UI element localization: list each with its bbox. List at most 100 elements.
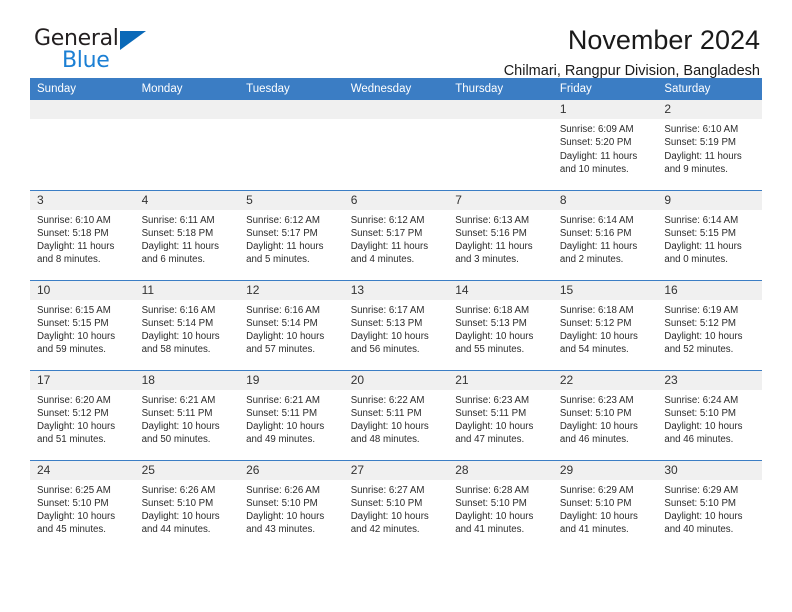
day-number: [134, 100, 240, 119]
sunset-time: Sunset: 5:19 PM: [664, 137, 736, 149]
daylight-duration-line2: and 41 minutes.: [455, 524, 525, 536]
daylight-duration-line2: and 6 minutes.: [141, 254, 206, 266]
sunset-time: Sunset: 5:18 PM: [141, 227, 214, 239]
calendar-day-cell[interactable]: 4 Sunrise: 6:11 AM Sunset: 5:18 PM Daylight…: [134, 189, 240, 280]
sunset-time: Sunset: 5:10 PM: [37, 497, 109, 509]
sunrise-time: Sunrise: 6:14 AM: [559, 214, 634, 226]
calendar-day-cell[interactable]: 5 Sunrise: 6:12 AM Sunset: 5:17 PM Daylight…: [239, 189, 344, 280]
daylight-duration-line2: and 0 minutes.: [664, 254, 728, 266]
daylight-duration-line1: Daylight: 10 hours: [559, 421, 638, 433]
daylight-duration-line1: Daylight: 10 hours: [246, 511, 325, 523]
calendar-day-cell[interactable]: 21 Sunrise: 6:23 AM Sunset: 5:11 PM Dayligh…: [448, 369, 553, 460]
general-blue-logo[interactable]: General Blue: [30, 26, 180, 82]
daylight-duration-line1: Daylight: 11 hours: [350, 241, 429, 253]
calendar-day-cell[interactable]: 13 Sunrise: 6:17 AM Sunset: 5:13 PM Dayligh…: [343, 279, 449, 370]
day-number: 30: [657, 460, 762, 480]
daylight-duration-line1: Daylight: 10 hours: [37, 511, 116, 523]
day-info: Sunrise: 6:21 AM Sunset: 5:11 PM Daylight:…: [135, 390, 240, 447]
day-info: Sunrise: 6:26 AM Sunset: 5:10 PM Daylight:…: [135, 480, 240, 537]
calendar-day-cell[interactable]: 1 Sunrise: 6:09 AM Sunset: 5:20 PM Daylight…: [552, 100, 658, 190]
day-info: Sunrise: 6:25 AM Sunset: 5:10 PM Daylight:…: [30, 480, 135, 537]
weekday-header-wednesday: Wednesday: [343, 78, 449, 100]
title-block: November 2024 Chilmari, Rangpur Division…: [504, 26, 762, 80]
daylight-duration-line1: Daylight: 10 hours: [141, 511, 220, 523]
calendar-day-cell[interactable]: 30 Sunrise: 6:29 AM Sunset: 5:10 PM Dayligh…: [657, 459, 762, 550]
day-info: Sunrise: 6:26 AM Sunset: 5:10 PM Daylight:…: [239, 480, 344, 537]
calendar-day-cell[interactable]: 10 Sunrise: 6:15 AM Sunset: 5:15 PM Dayligh…: [30, 279, 135, 370]
calendar-day-cell[interactable]: 23 Sunrise: 6:24 AM Sunset: 5:10 PM Dayligh…: [657, 369, 762, 460]
sunset-time: Sunset: 5:11 PM: [141, 407, 213, 419]
day-number: 20: [343, 370, 449, 390]
day-number: 8: [552, 190, 658, 210]
day-info: Sunrise: 6:29 AM Sunset: 5:10 PM Daylight:…: [553, 480, 658, 537]
sunset-time: Sunset: 5:10 PM: [455, 497, 527, 509]
daylight-duration-line2: and 58 minutes.: [141, 344, 211, 356]
daylight-duration-line1: Daylight: 11 hours: [246, 241, 324, 253]
sunrise-time: Sunrise: 6:29 AM: [664, 484, 739, 496]
day-number: [30, 100, 135, 119]
daylight-duration-line2: and 50 minutes.: [141, 434, 211, 446]
day-number: 10: [30, 280, 135, 300]
calendar-day-cell[interactable]: 19 Sunrise: 6:21 AM Sunset: 5:11 PM Dayligh…: [239, 369, 344, 460]
daylight-duration-line2: and 48 minutes.: [350, 434, 420, 446]
calendar-cell-empty: [239, 100, 344, 190]
calendar-day-cell[interactable]: 12 Sunrise: 6:16 AM Sunset: 5:14 PM Dayligh…: [239, 279, 344, 370]
calendar-day-cell[interactable]: 11 Sunrise: 6:16 AM Sunset: 5:14 PM Dayligh…: [134, 279, 240, 370]
daylight-duration-line1: Daylight: 11 hours: [664, 150, 742, 162]
calendar-week-row: 10 Sunrise: 6:15 AM Sunset: 5:15 PM Dayligh…: [30, 279, 762, 370]
calendar-day-cell[interactable]: 9 Sunrise: 6:14 AM Sunset: 5:15 PM Daylight…: [657, 189, 762, 280]
day-info: Sunrise: 6:22 AM Sunset: 5:11 PM Daylight:…: [344, 390, 449, 447]
day-info: Sunrise: 6:18 AM Sunset: 5:13 PM Daylight:…: [448, 300, 553, 357]
sunrise-time: Sunrise: 6:19 AM: [664, 304, 739, 316]
calendar-day-cell[interactable]: 25 Sunrise: 6:26 AM Sunset: 5:10 PM Dayligh…: [134, 459, 240, 550]
daylight-duration-line2: and 2 minutes.: [559, 254, 624, 266]
calendar-day-cell[interactable]: 14 Sunrise: 6:18 AM Sunset: 5:13 PM Dayligh…: [448, 279, 553, 370]
sunrise-time: Sunrise: 6:13 AM: [455, 214, 530, 226]
sunrise-time: Sunrise: 6:16 AM: [246, 304, 320, 316]
daylight-duration-line2: and 10 minutes.: [559, 163, 629, 175]
day-info: Sunrise: 6:12 AM Sunset: 5:17 PM Daylight:…: [239, 210, 344, 267]
sunrise-time: Sunrise: 6:18 AM: [559, 304, 634, 316]
calendar-cell-empty: [448, 100, 553, 190]
calendar-day-cell[interactable]: 17 Sunrise: 6:20 AM Sunset: 5:12 PM Dayligh…: [30, 369, 135, 460]
sunset-time: Sunset: 5:10 PM: [350, 497, 423, 509]
calendar-day-cell[interactable]: 15 Sunrise: 6:18 AM Sunset: 5:12 PM Dayligh…: [552, 279, 658, 370]
day-number: 5: [239, 190, 344, 210]
day-info: Sunrise: 6:16 AM Sunset: 5:14 PM Daylight:…: [135, 300, 240, 357]
calendar-day-cell[interactable]: 29 Sunrise: 6:29 AM Sunset: 5:10 PM Dayligh…: [552, 459, 658, 550]
day-info: Sunrise: 6:12 AM Sunset: 5:17 PM Daylight:…: [344, 210, 449, 267]
calendar-day-cell[interactable]: 24 Sunrise: 6:25 AM Sunset: 5:10 PM Dayligh…: [30, 459, 135, 550]
daylight-duration-line1: Daylight: 10 hours: [455, 511, 534, 523]
sunrise-time: Sunrise: 6:29 AM: [559, 484, 634, 496]
sunrise-time: Sunrise: 6:23 AM: [559, 394, 634, 406]
calendar-day-cell[interactable]: 2 Sunrise: 6:10 AM Sunset: 5:19 PM Daylight…: [657, 100, 762, 190]
sunset-time: Sunset: 5:17 PM: [246, 227, 318, 239]
day-info: Sunrise: 6:10 AM Sunset: 5:19 PM Daylight:…: [657, 119, 762, 176]
daylight-duration-line2: and 52 minutes.: [664, 344, 734, 356]
sunset-time: Sunset: 5:16 PM: [559, 227, 632, 239]
daylight-duration-line1: Daylight: 11 hours: [37, 241, 115, 253]
calendar-day-cell[interactable]: 22 Sunrise: 6:23 AM Sunset: 5:10 PM Dayligh…: [552, 369, 658, 460]
calendar-day-cell[interactable]: 26 Sunrise: 6:26 AM Sunset: 5:10 PM Dayligh…: [239, 459, 344, 550]
calendar-day-cell[interactable]: 7 Sunrise: 6:13 AM Sunset: 5:16 PM Daylight…: [448, 189, 553, 280]
calendar-day-cell[interactable]: 8 Sunrise: 6:14 AM Sunset: 5:16 PM Daylight…: [552, 189, 658, 280]
sunrise-time: Sunrise: 6:20 AM: [37, 394, 111, 406]
logo-triangle-icon: [120, 31, 146, 50]
daylight-duration-line1: Daylight: 10 hours: [141, 331, 220, 343]
daylight-duration-line1: Daylight: 10 hours: [37, 421, 116, 433]
calendar-day-cell[interactable]: 3 Sunrise: 6:10 AM Sunset: 5:18 PM Daylight…: [30, 189, 135, 280]
page-header: General Blue November 2024 Chilmari, Ran…: [30, 0, 762, 80]
daylight-duration-line2: and 57 minutes.: [246, 344, 316, 356]
calendar-day-cell[interactable]: 27 Sunrise: 6:27 AM Sunset: 5:10 PM Dayligh…: [343, 459, 449, 550]
weekday-header-friday: Friday: [552, 78, 658, 100]
sunset-time: Sunset: 5:11 PM: [350, 407, 422, 419]
daylight-duration-line2: and 47 minutes.: [455, 434, 525, 446]
sunset-time: Sunset: 5:12 PM: [664, 317, 736, 329]
calendar-day-cell[interactable]: 18 Sunrise: 6:21 AM Sunset: 5:11 PM Dayligh…: [134, 369, 240, 460]
daylight-duration-line2: and 55 minutes.: [455, 344, 525, 356]
calendar-day-cell[interactable]: 6 Sunrise: 6:12 AM Sunset: 5:17 PM Daylight…: [343, 189, 449, 280]
sunrise-time: Sunrise: 6:16 AM: [141, 304, 216, 316]
calendar-day-cell[interactable]: 16 Sunrise: 6:19 AM Sunset: 5:12 PM Dayligh…: [657, 279, 762, 370]
calendar-day-cell[interactable]: 28 Sunrise: 6:28 AM Sunset: 5:10 PM Dayligh…: [448, 459, 553, 550]
calendar-day-cell[interactable]: 20 Sunrise: 6:22 AM Sunset: 5:11 PM Dayligh…: [343, 369, 449, 460]
